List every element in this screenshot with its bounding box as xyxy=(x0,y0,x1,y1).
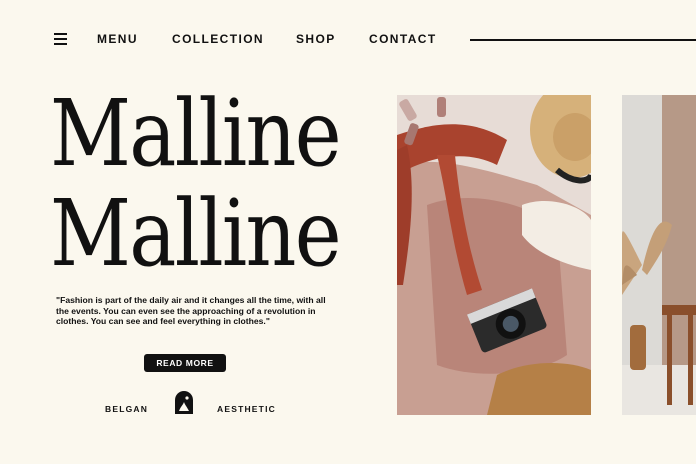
hamburger-menu-icon[interactable] xyxy=(54,33,67,45)
read-more-button[interactable]: READ MORE xyxy=(144,354,226,372)
brand-title-line-1: Malline xyxy=(50,80,342,187)
fashion-quote: "Fashion is part of the daily air and it… xyxy=(56,295,326,327)
footer-label-belgan: BELGAN xyxy=(105,404,149,414)
menu-link[interactable]: MENU xyxy=(97,32,138,46)
top-navigation: MENU COLLECTION SHOP CONTACT xyxy=(0,30,696,50)
nav-link-collection[interactable]: COLLECTION xyxy=(172,32,264,46)
nav-link-shop[interactable]: SHOP xyxy=(296,32,336,46)
brand-title-line-2: Malline xyxy=(50,180,342,287)
nav-divider-line xyxy=(470,39,696,41)
fashion-flatlay-photo xyxy=(397,95,591,415)
interior-decor-photo xyxy=(622,95,696,415)
nav-link-contact[interactable]: CONTACT xyxy=(369,32,437,46)
footer-label-aesthetic: AESTHETIC xyxy=(217,404,276,414)
arch-logo-icon xyxy=(175,391,193,414)
